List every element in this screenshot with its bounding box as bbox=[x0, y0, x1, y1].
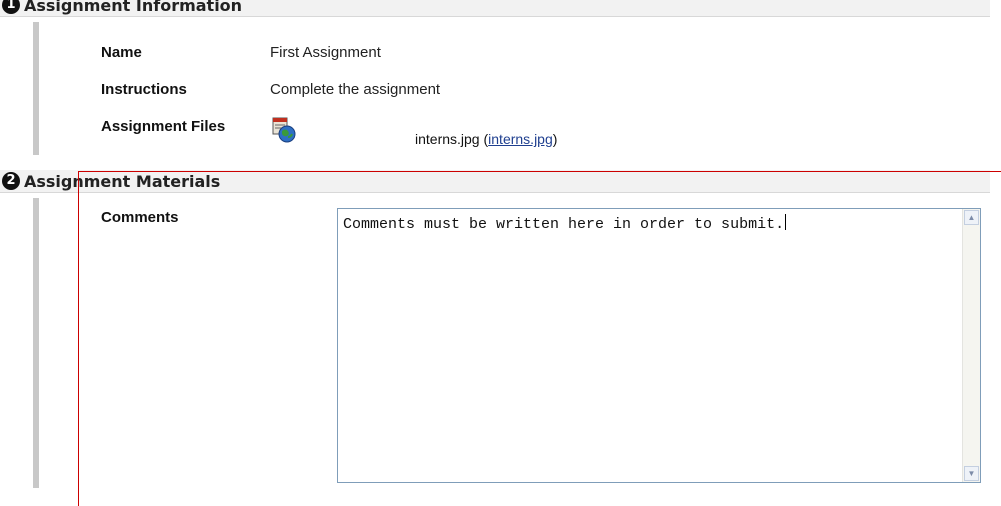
section-title: Assignment Information bbox=[24, 0, 243, 15]
file-name: interns.jpg bbox=[415, 131, 480, 147]
instructions-value: Complete the assignment bbox=[270, 81, 441, 98]
comments-textarea[interactable]: Comments must be written here in order t… bbox=[337, 208, 981, 483]
step-number-badge: 2 bbox=[2, 172, 20, 190]
assignment-information-header: 1 Assignment Information bbox=[0, 0, 990, 17]
name-value: First Assignment bbox=[270, 44, 381, 61]
annotation-line-vertical bbox=[78, 171, 79, 506]
comments-label: Comments bbox=[101, 209, 179, 226]
section-indent-bar bbox=[33, 22, 39, 155]
file-globe-icon bbox=[272, 117, 296, 143]
instructions-label: Instructions bbox=[101, 81, 187, 98]
section-indent-bar bbox=[33, 198, 39, 488]
scroll-down-arrow-icon[interactable]: ▼ bbox=[964, 466, 979, 481]
annotation-line-horizontal bbox=[78, 171, 1001, 172]
assignment-materials-header: 2 Assignment Materials bbox=[0, 170, 990, 193]
assignment-files-label: Assignment Files bbox=[101, 118, 226, 135]
text-caret bbox=[785, 214, 787, 230]
name-label: Name bbox=[101, 44, 142, 61]
comments-text[interactable]: Comments must be written here in order t… bbox=[343, 214, 787, 233]
assignment-file: interns.jpg (interns.jpg) bbox=[415, 131, 557, 147]
section-title: Assignment Materials bbox=[24, 172, 221, 191]
textarea-scrollbar[interactable]: ▲ ▼ bbox=[962, 209, 980, 482]
step-number-badge: 1 bbox=[2, 0, 20, 14]
scroll-up-arrow-icon[interactable]: ▲ bbox=[964, 210, 979, 225]
file-close-paren: ) bbox=[552, 131, 558, 147]
comments-value: Comments must be written here in order t… bbox=[343, 216, 785, 233]
file-download-link[interactable]: interns.jpg bbox=[488, 131, 553, 147]
